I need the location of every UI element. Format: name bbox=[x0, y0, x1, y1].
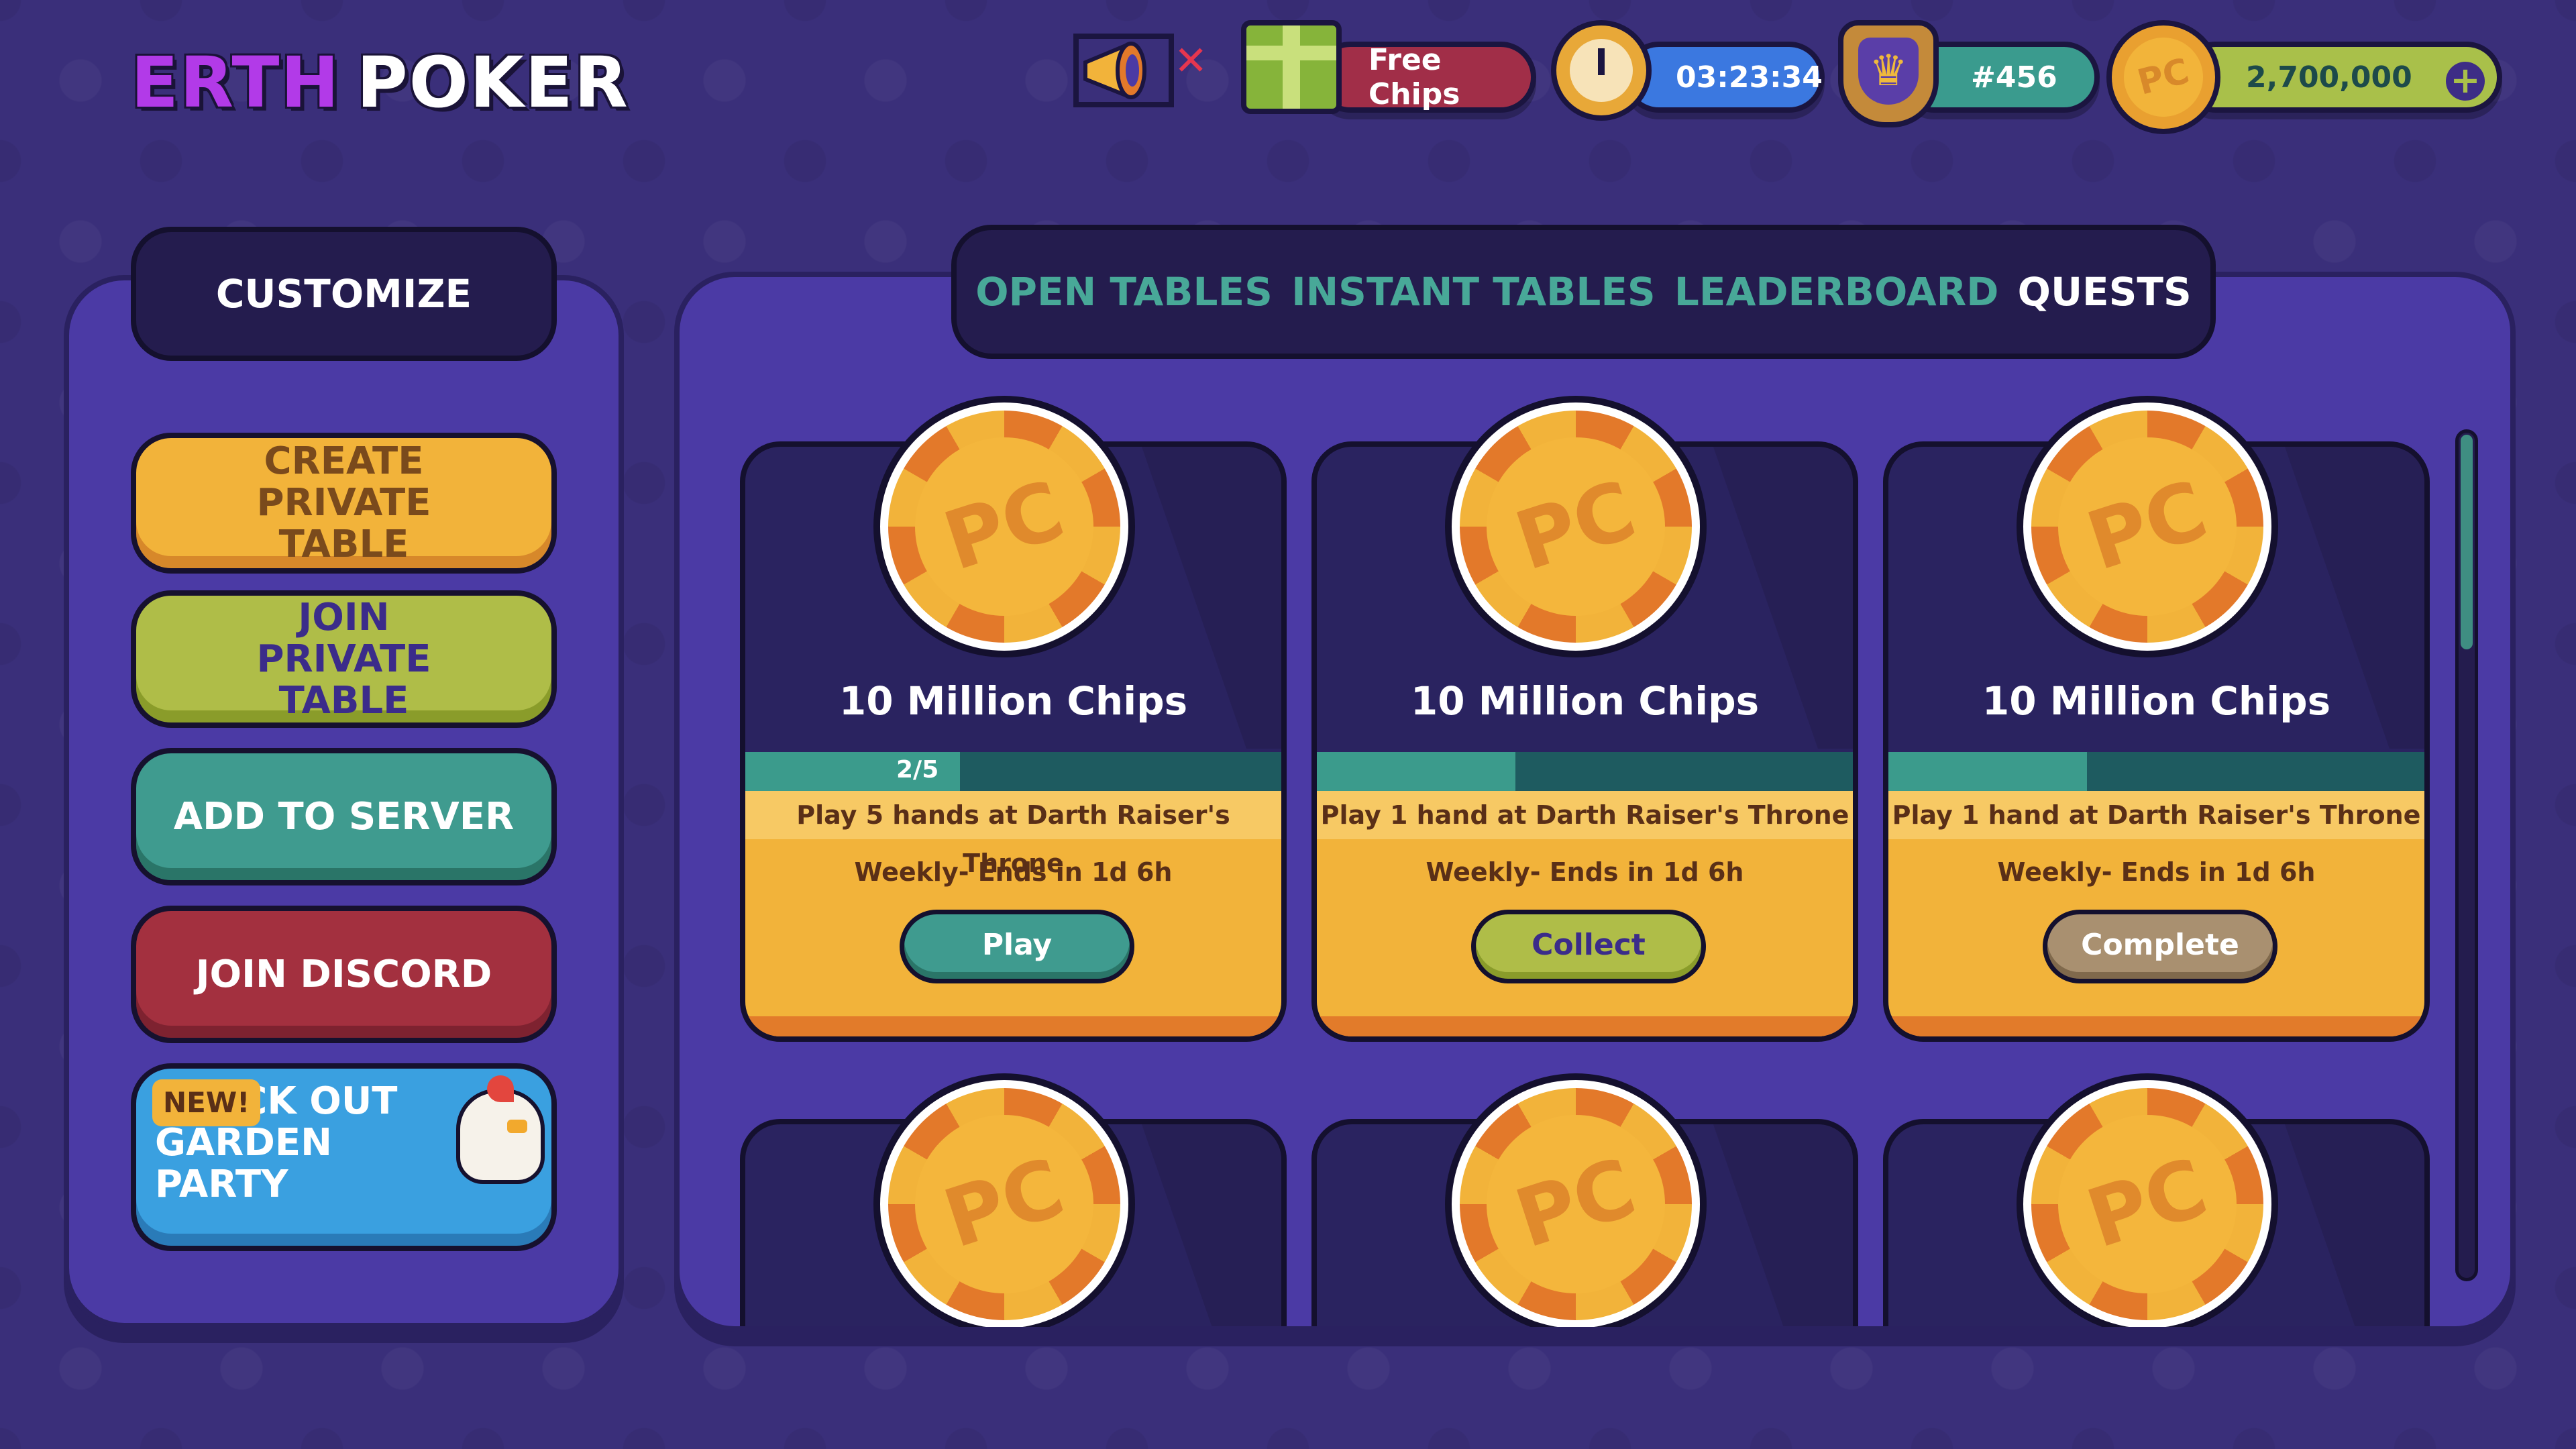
tab-open-tables[interactable]: OPEN TABLES bbox=[975, 269, 1273, 315]
join-discord-label: JOIN DISCORD bbox=[195, 952, 492, 996]
megaphone-icon[interactable] bbox=[1073, 34, 1174, 107]
quest-progress-bar bbox=[1888, 752, 2424, 791]
add-to-server-label: ADD TO SERVER bbox=[173, 794, 515, 839]
create-private-table-label: CREATE PRIVATE TABLE bbox=[256, 439, 431, 566]
quest-title: 10 Million Chips bbox=[1982, 678, 2331, 724]
collect-button[interactable]: Collect bbox=[1471, 910, 1706, 983]
quest-ends: Weekly- Ends in 1d 6h bbox=[1997, 857, 2316, 887]
quest-progress-fill bbox=[1317, 752, 1515, 791]
quest-title: 10 Million Chips bbox=[1410, 678, 1760, 724]
quest-task: Play 5 hands at Darth Raiser's Throne bbox=[745, 791, 1281, 878]
tab-instant-tables[interactable]: INSTANT TABLES bbox=[1291, 269, 1656, 315]
balance-display: 2,700,000 + bbox=[2180, 42, 2502, 113]
chip-coin-icon: PC bbox=[873, 1073, 1135, 1327]
chip-coin-icon: PC bbox=[1445, 1073, 1707, 1327]
quest-title: 10 Million Chips bbox=[839, 678, 1188, 724]
scrollbar-thumb[interactable] bbox=[2461, 435, 2473, 649]
quest-task: Play 1 hand at Darth Raiser's Throne bbox=[1888, 791, 2424, 839]
quest-ends: Weekly- Ends in 1d 6h bbox=[1426, 857, 1744, 887]
chicken-icon bbox=[456, 1075, 545, 1184]
join-discord-button[interactable]: JOIN DISCORD bbox=[131, 906, 557, 1043]
mute-x-icon: ✕ bbox=[1174, 38, 1208, 85]
customize-button[interactable]: CUSTOMIZE bbox=[131, 227, 557, 361]
app-logo: ERTH POKER bbox=[131, 42, 629, 123]
logo-part-2: POKER bbox=[356, 42, 629, 123]
logo-part-1: ERTH bbox=[131, 42, 341, 123]
tab-bar: OPEN TABLES INSTANT TABLES LEADERBOARD Q… bbox=[951, 225, 2216, 359]
complete-button[interactable]: Complete bbox=[2043, 910, 2277, 983]
clock-icon bbox=[1551, 20, 1652, 121]
timer-display: 03:23:34 bbox=[1623, 42, 1825, 113]
plus-icon[interactable]: + bbox=[2446, 62, 2485, 101]
tab-quests[interactable]: QUESTS bbox=[2018, 269, 2192, 315]
chip-coin-icon: PC bbox=[873, 396, 1135, 657]
quest-progress-bar bbox=[1317, 752, 1853, 791]
quest-progress-text: 2/5 bbox=[896, 756, 939, 784]
free-chips-label: Free Chips bbox=[1368, 43, 1460, 111]
garden-party-promo[interactable]: NEW! CHECK OUT GARDEN PARTY bbox=[131, 1063, 557, 1251]
timer-text: 03:23:34 bbox=[1676, 60, 1823, 95]
chip-coin-icon: PC bbox=[2017, 396, 2278, 657]
lower-coins-clip: PC PC PC bbox=[674, 1063, 2516, 1327]
coin-icon bbox=[2106, 20, 2220, 134]
chip-coin-icon: PC bbox=[2017, 1073, 2278, 1327]
tab-leaderboard[interactable]: LEADERBOARD bbox=[1674, 269, 1999, 315]
scrollbar[interactable] bbox=[2455, 429, 2478, 1281]
quest-progress-fill bbox=[1888, 752, 2087, 791]
new-badge: NEW! bbox=[152, 1079, 261, 1126]
join-private-table-label: JOIN PRIVATE TABLE bbox=[256, 595, 431, 722]
chip-coin-icon: PC bbox=[1445, 396, 1707, 657]
add-to-server-button[interactable]: ADD TO SERVER bbox=[131, 748, 557, 885]
quest-ends: Weekly- Ends in 1d 6h bbox=[854, 857, 1173, 887]
gift-icon[interactable] bbox=[1241, 20, 1342, 114]
play-button[interactable]: Play bbox=[900, 910, 1134, 983]
crown-shield-icon bbox=[1838, 20, 1939, 127]
join-private-table-button[interactable]: JOIN PRIVATE TABLE bbox=[131, 590, 557, 728]
free-chips-button[interactable]: Free Chips bbox=[1315, 42, 1536, 113]
customize-label: CUSTOMIZE bbox=[215, 271, 472, 317]
quest-task: Play 1 hand at Darth Raiser's Throne bbox=[1317, 791, 1853, 839]
quest-progress-bar: 2/5 bbox=[745, 752, 1281, 791]
create-private-table-button[interactable]: CREATE PRIVATE TABLE bbox=[131, 433, 557, 574]
